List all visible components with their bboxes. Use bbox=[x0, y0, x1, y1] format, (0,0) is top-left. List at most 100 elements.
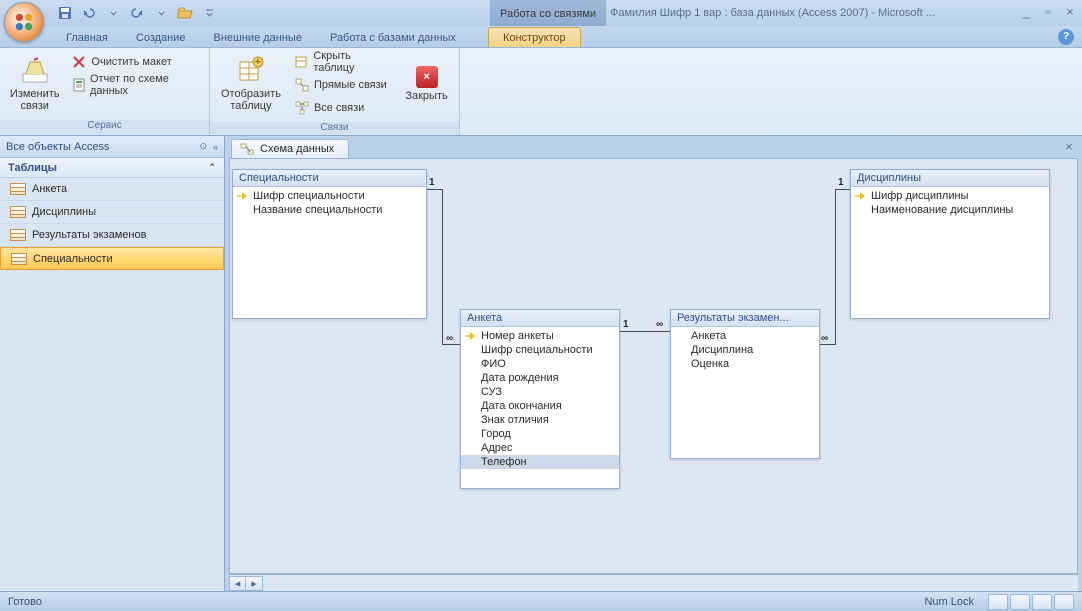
help-icon[interactable]: ? bbox=[1058, 29, 1074, 45]
ribbon-group-service-label: Сервис bbox=[0, 120, 209, 135]
table-field[interactable]: СУЗ bbox=[461, 385, 619, 399]
view-button-3[interactable] bbox=[1032, 594, 1052, 610]
nav-header-label: Все объекты Access bbox=[6, 141, 109, 153]
restore-button[interactable]: ▫ bbox=[1040, 4, 1056, 18]
direct-links-button[interactable]: Прямые связи bbox=[290, 74, 396, 96]
redo-dropdown[interactable] bbox=[150, 3, 172, 23]
schema-report-label: Отчет по схеме данных bbox=[90, 73, 199, 97]
document-tab-schema[interactable]: Схема данных bbox=[231, 139, 349, 158]
table-field[interactable]: Дата рождения bbox=[461, 371, 619, 385]
minimize-button[interactable]: _ bbox=[1018, 4, 1034, 18]
schema-report-button[interactable]: Отчет по схеме данных bbox=[67, 74, 203, 96]
nav-item-label: Специальности bbox=[33, 253, 113, 265]
table-field[interactable]: Город bbox=[461, 427, 619, 441]
nav-item-label: Результаты экзаменов bbox=[32, 229, 146, 241]
redo-button[interactable] bbox=[126, 3, 148, 23]
table-field[interactable]: Анкета bbox=[671, 329, 819, 343]
table-field[interactable]: Знак отличия bbox=[461, 413, 619, 427]
hide-table-icon bbox=[294, 54, 309, 70]
table-field[interactable]: Телефон bbox=[461, 455, 619, 469]
relationship-canvas[interactable]: СпециальностиШифр специальностиНазвание … bbox=[229, 158, 1078, 574]
tab-home[interactable]: Главная bbox=[52, 28, 122, 47]
view-button-1[interactable] bbox=[988, 594, 1008, 610]
table-box-header[interactable]: Анкета bbox=[461, 310, 619, 327]
hide-table-label: Скрыть таблицу bbox=[313, 50, 392, 74]
rel-cardinality-one: 1 bbox=[623, 319, 629, 330]
table-field[interactable]: Дата окончания bbox=[461, 399, 619, 413]
ribbon: Изменить связи Очистить макет Отчет по с… bbox=[0, 48, 1082, 136]
all-links-button[interactable]: Все связи bbox=[290, 97, 396, 119]
show-table-button[interactable]: + Отобразить таблицу bbox=[216, 51, 286, 117]
document-tab-label: Схема данных bbox=[260, 143, 334, 155]
table-field[interactable]: Дисциплина bbox=[671, 343, 819, 357]
table-field[interactable]: Адрес bbox=[461, 441, 619, 455]
scroll-left-button[interactable]: ◂ bbox=[229, 576, 246, 591]
edit-relationships-button[interactable]: Изменить связи bbox=[6, 51, 63, 117]
rel-cardinality-many: ∞ bbox=[446, 333, 453, 344]
view-button-2[interactable] bbox=[1010, 594, 1030, 610]
table-field[interactable]: Шифр специальности bbox=[461, 343, 619, 357]
qat-customize-dropdown[interactable] bbox=[198, 3, 220, 23]
office-button[interactable] bbox=[4, 2, 44, 42]
table-icon bbox=[10, 229, 26, 241]
close-window-button[interactable]: × bbox=[1062, 4, 1078, 18]
undo-dropdown[interactable] bbox=[102, 3, 124, 23]
edit-relationships-label: Изменить связи bbox=[10, 88, 60, 112]
nav-item-результаты-экзаменов[interactable]: Результаты экзаменов bbox=[0, 224, 224, 247]
view-button-4[interactable] bbox=[1054, 594, 1074, 610]
table-box-header[interactable]: Специальности bbox=[233, 170, 426, 187]
scroll-right-button[interactable]: ▸ bbox=[246, 576, 263, 591]
nav-filter-dropdown-icon[interactable]: ⊙ bbox=[199, 141, 207, 152]
table-field[interactable]: Оценка bbox=[671, 357, 819, 371]
rel-line bbox=[820, 344, 835, 345]
clear-layout-button[interactable]: Очистить макет bbox=[67, 51, 203, 73]
quick-access-toolbar bbox=[54, 3, 220, 23]
all-links-label: Все связи bbox=[314, 102, 364, 114]
rel-line bbox=[835, 189, 850, 190]
table-field[interactable]: Номер анкеты bbox=[461, 329, 619, 343]
nav-group-tables[interactable]: Таблицы ⌃ bbox=[0, 158, 224, 178]
table-box-disciplines[interactable]: Дисциплины Шифр дисциплиныНаименование ди… bbox=[850, 169, 1050, 319]
nav-item-анкета[interactable]: Анкета bbox=[0, 178, 224, 201]
tab-create[interactable]: Создание bbox=[122, 28, 200, 47]
nav-item-дисциплины[interactable]: Дисциплины bbox=[0, 201, 224, 224]
undo-button[interactable] bbox=[78, 3, 100, 23]
hide-table-button[interactable]: Скрыть таблицу bbox=[290, 51, 396, 73]
chevron-up-icon: ⌃ bbox=[208, 162, 216, 173]
horizontal-scrollbar[interactable]: ◂ ▸ bbox=[229, 574, 1078, 591]
table-box-specialties[interactable]: Специальности Шифр специальностиНазвание … bbox=[232, 169, 427, 319]
table-box-results[interactable]: Результаты экзамен...АнкетаДисциплинаОце… bbox=[670, 309, 820, 459]
table-field[interactable]: ФИО bbox=[461, 357, 619, 371]
all-links-icon bbox=[294, 100, 310, 116]
table-field[interactable]: Наименование дисциплины bbox=[851, 203, 1049, 217]
table-box-header[interactable]: Результаты экзамен... bbox=[671, 310, 819, 327]
tab-designer[interactable]: Конструктор bbox=[488, 27, 581, 47]
close-diagram-label: Закрыть bbox=[405, 90, 447, 102]
table-icon bbox=[10, 183, 26, 195]
open-button[interactable] bbox=[174, 3, 196, 23]
nav-collapse-icon[interactable]: « bbox=[213, 142, 218, 152]
content-area: Схема данных × Специальности Шифр специал… bbox=[225, 136, 1082, 591]
rel-line bbox=[835, 189, 836, 345]
status-numlock: Num Lock bbox=[924, 596, 974, 608]
table-box-anketa[interactable]: АнкетаНомер анкетыШифр специальностиФИОД… bbox=[460, 309, 620, 489]
rel-line bbox=[620, 331, 670, 332]
table-field[interactable]: Шифр дисциплины bbox=[851, 189, 1049, 203]
nav-group-tables-label: Таблицы bbox=[8, 162, 57, 174]
close-diagram-button[interactable]: × Закрыть bbox=[400, 51, 453, 117]
nav-header[interactable]: Все объекты Access ⊙ « bbox=[0, 136, 224, 158]
save-button[interactable] bbox=[54, 3, 76, 23]
nav-item-специальности[interactable]: Специальности bbox=[0, 247, 224, 270]
nav-item-label: Дисциплины bbox=[32, 206, 96, 218]
table-field[interactable]: Название специальности bbox=[233, 203, 426, 217]
nav-item-label: Анкета bbox=[32, 183, 67, 195]
status-bar: Готово Num Lock bbox=[0, 591, 1082, 611]
ribbon-group-links-label: Связи bbox=[210, 122, 459, 135]
table-box-header[interactable]: Дисциплины bbox=[851, 170, 1049, 187]
table-box-body: АнкетаДисциплинаОценка bbox=[671, 327, 819, 373]
document-close-button[interactable]: × bbox=[1062, 140, 1076, 154]
tab-external-data[interactable]: Внешние данные bbox=[200, 28, 316, 47]
table-field[interactable]: Шифр специальности bbox=[233, 189, 426, 203]
rel-cardinality-one: 1 bbox=[838, 177, 844, 188]
tab-database-tools[interactable]: Работа с базами данных bbox=[316, 28, 470, 47]
